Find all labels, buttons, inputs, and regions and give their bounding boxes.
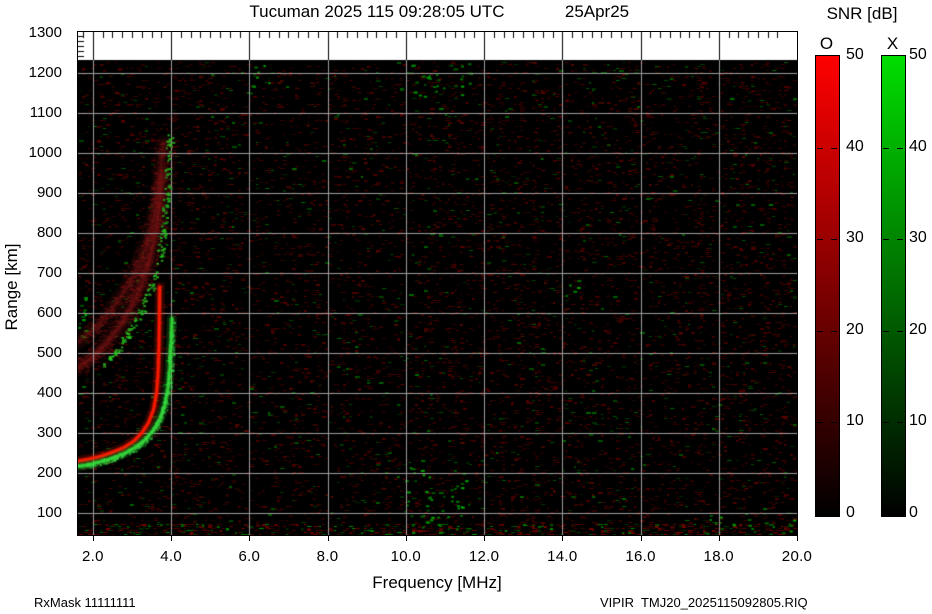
x-tick-label: 2.0: [63, 549, 123, 565]
colorbar-tick-dash: [883, 422, 889, 423]
x-tick-label: 4.0: [141, 549, 201, 565]
colorbar-o-gradient: [816, 56, 839, 516]
x-tick-label: 16.0: [611, 549, 671, 565]
x-tick-mark: [484, 535, 485, 541]
colorbar-o-label: O: [815, 34, 838, 54]
colorbar-tick-dash: [897, 422, 903, 423]
colorbar-tick-dash: [831, 239, 837, 240]
x-tick-label: 12.0: [454, 549, 514, 565]
y-tick-label: 700: [8, 265, 62, 281]
colorbar-tick-dash: [883, 148, 889, 149]
y-tick-label: 1300: [8, 25, 62, 41]
colorbar-tick-dash: [883, 331, 889, 332]
x-tick-mark: [249, 535, 250, 541]
x-tick-label: 10.0: [376, 549, 436, 565]
y-tick-label: 1200: [8, 65, 62, 81]
x-tick-label: 18.0: [689, 549, 749, 565]
colorbar-tick-dash: [897, 148, 903, 149]
x-tick-mark: [328, 535, 329, 541]
colorbar-tick-label: 20: [909, 322, 932, 338]
colorbar-tick-label: 40: [846, 139, 876, 155]
plot-frame: [77, 31, 798, 536]
x-tick-mark: [641, 535, 642, 541]
x-tick-label: 14.0: [532, 549, 592, 565]
colorbar-tick-dash: [831, 148, 837, 149]
y-tick-label: 1000: [8, 145, 62, 161]
y-tick-label: 500: [8, 345, 62, 361]
colorbar-x-label: X: [881, 34, 904, 54]
x-tick-mark: [406, 535, 407, 541]
rx-mask-text: RxMask 11111111: [34, 595, 136, 610]
colorbar-tick-label: 20: [846, 322, 876, 338]
colorbar-tick-dash: [817, 239, 823, 240]
colorbar-tick-label: 10: [909, 413, 932, 429]
colorbar-tick-label: 40: [909, 139, 932, 155]
colorbar-o-mode: [815, 55, 840, 517]
y-tick-label: 900: [8, 185, 62, 201]
y-tick-label: 300: [8, 425, 62, 441]
colorbar-tick-dash: [897, 331, 903, 332]
y-tick-label: 1100: [8, 105, 62, 121]
x-tick-mark: [797, 535, 798, 541]
x-tick-mark: [93, 535, 94, 541]
y-tick-label: 600: [8, 305, 62, 321]
ionogram-screen: Tucuman 2025 115 09:28:05 UTC 25Apr25 Ra…: [0, 0, 932, 614]
colorbar-tick-label: 30: [909, 230, 932, 246]
colorbar-tick-label: 10: [846, 413, 876, 429]
colorbar-tick-dash: [817, 422, 823, 423]
x-tick-mark: [562, 535, 563, 541]
colorbar-tick-dash: [817, 148, 823, 149]
colorbar-tick-label: 50: [909, 47, 932, 63]
colorbar-x-gradient: [882, 56, 905, 516]
x-tick-mark: [171, 535, 172, 541]
colorbar-title: SNR [dB]: [812, 4, 912, 24]
y-tick-label: 100: [8, 505, 62, 521]
file-info-text: VIPIR TMJ20_2025115092805.RIQ: [600, 595, 808, 610]
x-axis-label: Frequency [MHz]: [337, 573, 537, 593]
x-tick-label: 6.0: [219, 549, 279, 565]
y-tick-label: 400: [8, 385, 62, 401]
page-title-date: 25Apr25: [552, 2, 642, 22]
colorbar-tick-dash: [897, 239, 903, 240]
colorbar-tick-dash: [831, 331, 837, 332]
x-tick-label: 8.0: [298, 549, 358, 565]
y-tick-label: 800: [8, 225, 62, 241]
colorbar-tick-label: 0: [846, 505, 876, 521]
colorbar-x-mode: [881, 55, 906, 517]
colorbar-tick-label: 50: [846, 47, 876, 63]
colorbar-tick-label: 0: [909, 505, 932, 521]
colorbar-tick-dash: [817, 331, 823, 332]
colorbar-tick-dash: [831, 422, 837, 423]
y-tick-label: 200: [8, 465, 62, 481]
colorbar-tick-dash: [883, 239, 889, 240]
x-tick-label: 20.0: [767, 549, 827, 565]
x-tick-mark: [719, 535, 720, 541]
page-title: Tucuman 2025 115 09:28:05 UTC: [160, 2, 594, 22]
colorbar-tick-label: 30: [846, 230, 876, 246]
